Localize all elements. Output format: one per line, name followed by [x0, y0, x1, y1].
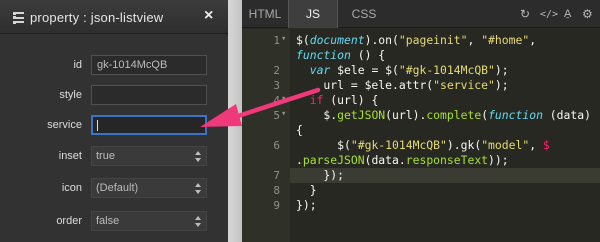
- property-panel-header[interactable]: property : json-listview ×: [0, 0, 228, 34]
- property-row-inset: inset true: [0, 146, 228, 168]
- property-panel-title: property : json-listview: [30, 10, 164, 25]
- style-field[interactable]: [91, 85, 207, 105]
- line-number: 7: [273, 169, 280, 182]
- code-area[interactable]: 1 2 3 4 5 6 7 8 9 ▾ ▾ ▾ $(document).on("…: [242, 29, 600, 242]
- icon-select[interactable]: (Default): [91, 178, 207, 198]
- line-number: 2: [273, 64, 280, 77]
- icon-select-value: (Default): [96, 182, 139, 194]
- order-select-value: false: [96, 215, 120, 227]
- fold-arrow-icon[interactable]: ▾: [281, 94, 286, 104]
- property-row-icon: icon (Default): [0, 178, 228, 200]
- code-line: $(document).on("pageinit", "#home",: [296, 33, 537, 47]
- settings-icon[interactable]: ⚙: [582, 7, 593, 21]
- property-panel: property : json-listview × id gk-1014McQ…: [0, 0, 228, 242]
- line-number-gutter: 1 2 3 4 5 6 7 8 9 ▾ ▾ ▾: [242, 29, 290, 242]
- tab-html[interactable]: HTML: [242, 0, 288, 28]
- property-row-service: service: [0, 115, 228, 137]
- property-label-id: id: [73, 59, 82, 71]
- tab-js[interactable]: JS: [288, 0, 338, 28]
- property-label-inset: inset: [58, 150, 82, 162]
- code-line: var $ele = $("#gk-1014McQB");: [309, 63, 509, 77]
- code-editor: HTML JS CSS ↻ </> A̱ ⚙ 1 2 3 4 5 6 7 8 9…: [242, 0, 600, 242]
- line-number: 5: [273, 109, 280, 122]
- property-row-order: order false: [0, 211, 228, 233]
- line-number: 9: [273, 199, 280, 212]
- refresh-icon[interactable]: ↻: [520, 7, 530, 21]
- property-list: id gk-1014McQB style service inset true …: [0, 35, 228, 242]
- select-arrows-icon: [195, 151, 201, 162]
- list-icon: [10, 11, 24, 24]
- code-line: });: [296, 198, 317, 212]
- property-row-style: style: [0, 85, 228, 107]
- code-line: }: [296, 183, 317, 197]
- font-size-icon[interactable]: A̱: [564, 7, 571, 21]
- property-row-id: id gk-1014McQB: [0, 55, 228, 77]
- property-label-service: service: [47, 119, 82, 131]
- line-number: 4: [273, 94, 280, 107]
- select-arrows-icon: [195, 216, 201, 227]
- line-number: 6: [273, 139, 280, 152]
- line-number: 1: [273, 34, 280, 47]
- tab-css[interactable]: CSS: [338, 0, 390, 28]
- inset-select-value: true: [96, 150, 115, 162]
- close-icon[interactable]: ×: [204, 8, 213, 24]
- service-field[interactable]: [91, 115, 207, 135]
- fold-arrow-icon[interactable]: ▾: [281, 34, 286, 44]
- id-field[interactable]: gk-1014McQB: [91, 55, 207, 75]
- code-line: function () {: [296, 48, 386, 62]
- code-line: .parseJSON(data.responseText));: [296, 153, 509, 167]
- panel-separator: [228, 0, 242, 242]
- code-line: $("#gk-1014McQB").gk("model", $: [296, 138, 550, 152]
- code-line: {: [296, 123, 303, 137]
- code-line: url = $ele.attr("service");: [296, 78, 509, 92]
- inset-select[interactable]: true: [91, 146, 207, 166]
- text-cursor: [97, 119, 98, 131]
- line-number: 8: [273, 184, 280, 197]
- order-select[interactable]: false: [91, 211, 207, 231]
- line-number: 3: [273, 79, 280, 92]
- select-arrows-icon: [195, 183, 201, 194]
- property-label-order: order: [56, 215, 82, 227]
- editor-tab-bar: HTML JS CSS ↻ </> A̱ ⚙: [242, 0, 600, 28]
- fold-arrow-icon[interactable]: ▾: [281, 109, 286, 119]
- code-icon[interactable]: </>: [540, 8, 558, 22]
- code-line: $.getJSON(url).complete(function (data): [296, 108, 591, 122]
- code-line: });: [296, 168, 345, 182]
- code-line: if (url) {: [309, 93, 379, 107]
- property-label-style: style: [59, 89, 82, 101]
- property-label-icon: icon: [61, 182, 82, 194]
